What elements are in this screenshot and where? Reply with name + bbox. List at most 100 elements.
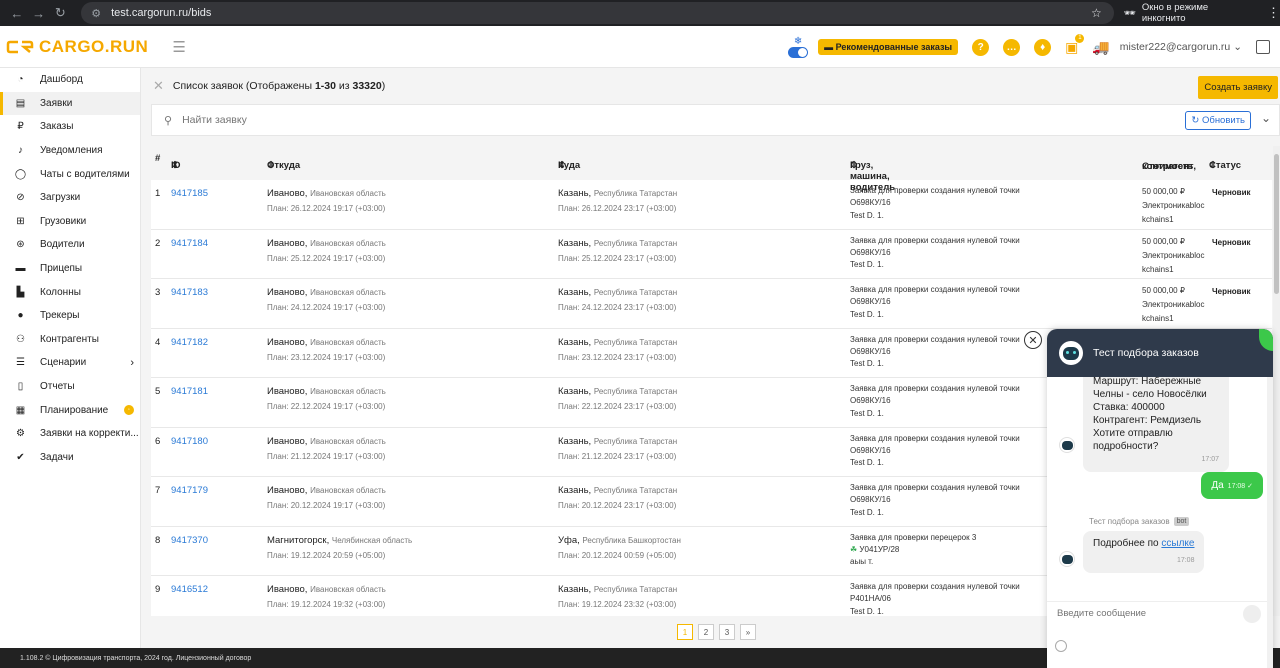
page-1[interactable]: 1 xyxy=(677,624,693,640)
chat-message-text: Маршрут: Набережные Челны - село Новосёл… xyxy=(1093,377,1207,452)
hamburger-menu-icon[interactable]: ☰ xyxy=(172,38,185,56)
to-region: Республика Татарстан xyxy=(593,337,678,347)
sidebar-item-label: Загрузки xyxy=(40,192,81,204)
driver-name: Test D. 1. xyxy=(850,606,884,616)
page-3[interactable]: 3 xyxy=(719,624,735,640)
logo[interactable]: CARGO.RUN xyxy=(6,37,148,57)
logout-icon[interactable] xyxy=(1256,40,1270,54)
sidebar-item-trailers[interactable]: ▬ Прицепы xyxy=(0,257,140,281)
forward-icon[interactable]: → xyxy=(28,6,50,21)
sidebar-item-contractors[interactable]: ⚇ Контрагенты xyxy=(0,328,140,352)
cargo-info: Заявка для проверки создания нулевой точ… xyxy=(850,334,1020,371)
sidebar-item-dashboard[interactable]: ◔ Дашборд xyxy=(0,68,140,92)
sidebar-item-planning[interactable]: ▦ Планирование ◦ xyxy=(0,398,140,422)
address-bar[interactable]: ⚙ test.cargorun.ru/bids ☆ xyxy=(81,2,1114,24)
title-prefix: Список заявок xyxy=(172,80,243,92)
sidebar-item-scenarios[interactable]: ☰ Сценарии › xyxy=(0,351,140,375)
user-menu[interactable]: mister222@cargorun.ru ⌄ xyxy=(1120,41,1242,53)
cargo-info: Заявка для проверки создания нулевой точ… xyxy=(850,235,1020,272)
reload-icon[interactable]: ↻ xyxy=(50,5,72,21)
title-close: ) xyxy=(381,80,386,92)
from-plan: План: 22.12.2024 19:17 (+03:00) xyxy=(267,402,386,411)
sidebar-item-drivers[interactable]: ⊛ Водители xyxy=(0,233,140,257)
sidebar-item-corrections[interactable]: ⚙ Заявки на корректи... xyxy=(0,422,140,446)
page-2[interactable]: 2 xyxy=(698,624,714,640)
bookmark-star-icon[interactable]: ☆ xyxy=(1091,6,1102,20)
from-region: Ивановская область xyxy=(310,189,386,198)
from-plan: План: 19.12.2024 20:59 (+05:00) xyxy=(267,550,386,560)
to-region: Республика Татарстан xyxy=(593,585,678,594)
truck-icon[interactable]: 🚚 xyxy=(1092,39,1109,56)
sidebar-item-trackers[interactable]: ● Трекеры xyxy=(0,304,140,328)
chat-scrollbar[interactable] xyxy=(1267,377,1273,668)
sidebar-item-label: Контрагенты xyxy=(40,333,99,345)
back-icon[interactable]: ← xyxy=(6,6,28,21)
bid-id-link[interactable]: 9417185 xyxy=(171,188,208,199)
chat-message-time: 17:07 xyxy=(1201,456,1219,463)
to-city: Казань, xyxy=(558,485,592,496)
sidebar-item-label: Прицепы xyxy=(40,263,83,275)
table-header: # ID ⇕ Откуда ⇕ Куда ⇕ Груз, машина, вод… xyxy=(151,146,1272,193)
refresh-button[interactable]: ↻ Обновить xyxy=(1185,111,1251,130)
sidebar-item-driver-chats[interactable]: ◯ Чаты с водителями xyxy=(0,162,140,186)
status-badge: Черновик xyxy=(1212,287,1251,296)
page-next[interactable]: » xyxy=(740,624,756,640)
send-icon[interactable] xyxy=(1243,605,1261,623)
route-to: Казань, Республика Татарстан План: 25.12.… xyxy=(558,238,677,263)
sidebar-item-convoys[interactable]: ▙ Колонны xyxy=(0,280,140,304)
from-city: Иваново, xyxy=(267,188,308,199)
messages-icon[interactable]: … xyxy=(1003,38,1021,56)
sidebar-item-loads[interactable]: ⊘ Загрузки xyxy=(0,186,140,210)
sidebar-item-label: Задачи xyxy=(40,451,74,463)
bid-id-link[interactable]: 9417181 xyxy=(171,386,208,397)
sidebar-item-reports[interactable]: ▯ Отчеты xyxy=(0,375,140,399)
snow-toggle[interactable]: ❄ xyxy=(788,36,809,58)
bid-id-link[interactable]: 9417370 xyxy=(171,535,208,546)
fire-icon[interactable]: ♦ xyxy=(1034,38,1052,56)
sidebar-item-orders[interactable]: ₽ Заказы xyxy=(0,115,140,139)
chat-messages: Маршрут: Набережные Челны - село Новосёл… xyxy=(1047,377,1273,601)
sidebar-item-trucks[interactable]: ⊞ Грузовики xyxy=(0,210,140,234)
sidebar-item-notifications[interactable]: ♪ Уведомления xyxy=(0,139,140,163)
chat-input-area xyxy=(1047,601,1273,668)
site-info-icon[interactable]: ⚙ xyxy=(91,7,101,20)
chat-link[interactable]: ссылке xyxy=(1161,538,1194,549)
chat-reply-time: 17:08 ✓ xyxy=(1227,483,1253,490)
from-region: Челябинская область xyxy=(331,535,413,545)
bid-id-link[interactable]: 9416512 xyxy=(171,584,208,595)
check-icon: ✔ xyxy=(16,451,25,463)
emoji-icon[interactable] xyxy=(1055,640,1067,652)
scrollbar-thumb[interactable] xyxy=(1274,154,1279,294)
bid-id-link[interactable]: 9417180 xyxy=(171,436,208,447)
driver-name: Test D. 1. xyxy=(850,210,884,220)
chat-message-input[interactable] xyxy=(1057,608,1227,619)
to-region: Республика Башкортостан xyxy=(582,535,681,545)
sidebar-item-bids[interactable]: ▤ Заявки xyxy=(0,91,140,116)
sort-icon: ⇕ xyxy=(267,160,275,171)
route-from: Иваново, Ивановская область План: 19.12.2… xyxy=(267,584,386,609)
toggle-switch[interactable] xyxy=(788,46,809,58)
chat-close-icon[interactable]: ✕ xyxy=(1024,331,1042,349)
table-scrollbar[interactable] xyxy=(1273,146,1280,616)
row-number: 8 xyxy=(155,534,161,546)
cart-icon[interactable]: ▣ 1 xyxy=(1065,33,1085,56)
browser-menu-icon[interactable]: ⋮ xyxy=(1267,5,1280,21)
search-input[interactable] xyxy=(182,114,983,126)
bids-icon: ▤ xyxy=(15,97,26,109)
chevron-down-icon[interactable]: ⌄ xyxy=(1261,111,1271,125)
bid-id-link[interactable]: 9417184 xyxy=(171,238,208,249)
bid-id-link[interactable]: 9417183 xyxy=(171,287,208,298)
table-row[interactable]: 3 9417183 Иваново, Ивановская область План:… xyxy=(151,279,1272,329)
close-icon[interactable]: ✕ xyxy=(153,78,164,94)
table-row[interactable]: 1 9417185 Иваново, Ивановская область План:… xyxy=(151,180,1272,230)
bid-id-link[interactable]: 9417179 xyxy=(171,485,208,496)
to-region: Республика Татарстан xyxy=(593,436,678,446)
table-row[interactable]: 2 9417184 Иваново, Ивановская область План:… xyxy=(151,230,1272,279)
create-bid-button[interactable]: Создать заявку xyxy=(1198,76,1278,99)
vehicle-text: О698КУ/16 xyxy=(850,495,891,505)
bid-id-link[interactable]: 9417182 xyxy=(171,337,208,348)
recommended-orders-button[interactable]: ▬ Рекомендованные заказы xyxy=(818,39,959,55)
help-icon[interactable]: ? xyxy=(972,38,990,56)
to-city: Казань, xyxy=(558,188,592,199)
sidebar-item-tasks[interactable]: ✔ Задачи xyxy=(0,446,140,470)
